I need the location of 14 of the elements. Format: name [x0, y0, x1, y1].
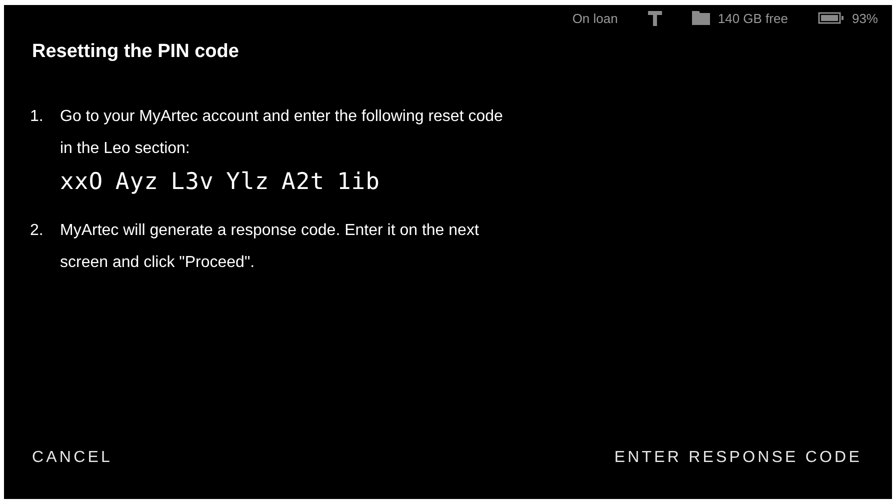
folder-icon [692, 11, 710, 25]
reset-code: xxO Ayz L3v Ylz A2t 1ib [60, 169, 381, 195]
step-number: 1. [30, 107, 44, 127]
step-text: Go to your MyArtec account and enter the following reset code in the Leo section: [60, 107, 504, 159]
battery-level: 93% [852, 10, 878, 26]
t-icon [648, 10, 662, 26]
loan-status: On loan [572, 10, 618, 26]
screen-title: Resetting the PIN code [32, 41, 240, 63]
battery-icon [818, 12, 844, 24]
enter-code-button[interactable]: ENTER RESPONSE CODE [606, 443, 870, 473]
step-text: MyArtec will generate a response code. Enter it on the next screen and click "Proceed". [60, 221, 480, 273]
cancel-button[interactable]: CANCEL [24, 443, 121, 473]
step-number: 2. [30, 221, 44, 241]
storage-status: 140 GB free [718, 10, 788, 26]
